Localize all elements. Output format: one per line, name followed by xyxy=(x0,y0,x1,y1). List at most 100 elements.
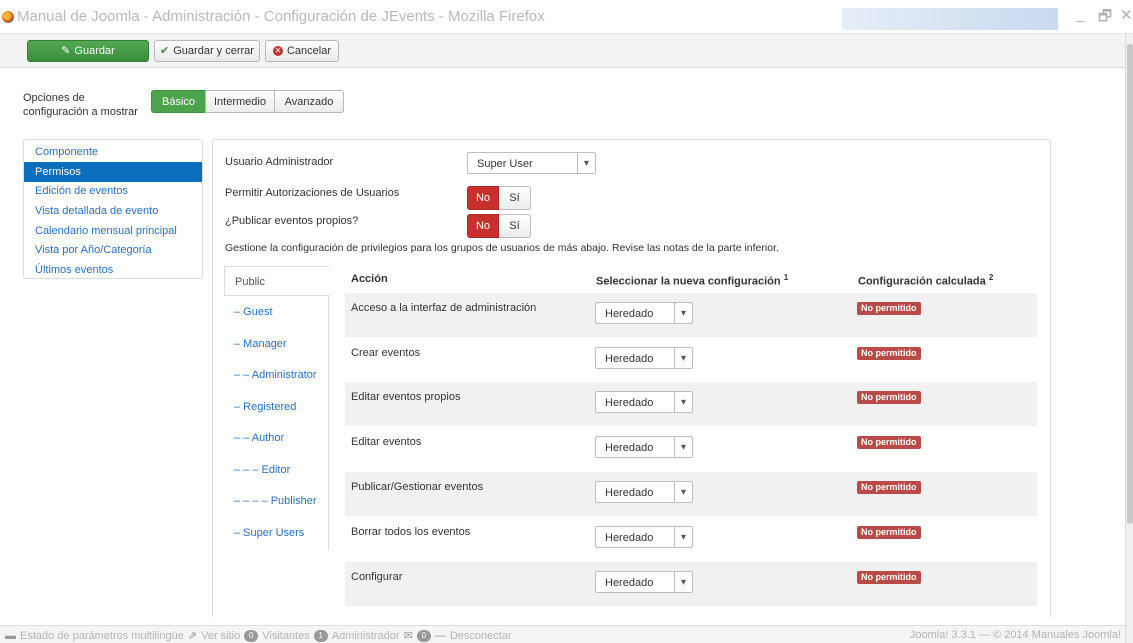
sidebar-item-componente[interactable]: Componente xyxy=(24,142,202,162)
table-row: Configurar Heredado ▾ No permitido xyxy=(345,562,1037,606)
toggle-no-button[interactable]: No xyxy=(467,214,499,238)
permission-select-value: Heredado xyxy=(605,397,654,409)
permission-select-value: Heredado xyxy=(605,532,654,544)
admins-count-badge: 1 xyxy=(313,629,328,642)
status-badge: No permitido xyxy=(857,391,921,404)
permission-select[interactable]: Heredado ▾ xyxy=(595,571,693,593)
permission-select[interactable]: Heredado ▾ xyxy=(595,526,693,548)
admin-user-label: Usuario Administrador xyxy=(225,156,334,168)
publish-own-label: ¿Publicar eventos propios? xyxy=(225,215,359,227)
save-button-label: Guardar xyxy=(74,45,115,57)
tab-group-manager[interactable]: – Manager xyxy=(224,329,329,359)
chevron-down-icon: ▾ xyxy=(674,437,692,457)
tab-group-publisher[interactable]: – – – – Publisher xyxy=(224,486,329,516)
options-label: Opciones de configuración a mostrar xyxy=(23,92,138,118)
permission-select[interactable]: Heredado ▾ xyxy=(595,436,693,458)
toggle-yes-button[interactable]: Sí xyxy=(499,214,531,238)
tab-group-public[interactable]: Public xyxy=(224,266,330,296)
save-close-button-label: Guardar y cerrar xyxy=(173,45,254,57)
sidebar-item-permisos[interactable]: Permisos xyxy=(24,162,202,182)
sidebar: Componente Permisos Edición de eventos V… xyxy=(23,139,203,279)
maximize-icon[interactable]: 🗗 xyxy=(1098,6,1112,31)
multilang-status-link[interactable]: Estado de parámetros multilingüe xyxy=(20,630,184,642)
tab-advanced[interactable]: Avanzado xyxy=(274,90,344,113)
messages-count-badge: 0 xyxy=(416,629,431,642)
save-button[interactable]: ✎ Guardar xyxy=(27,40,149,62)
minimize-icon[interactable]: _ xyxy=(1076,6,1084,23)
view-site-link[interactable]: Ver sitio xyxy=(201,630,240,642)
sidebar-item-vista-anio-categoria[interactable]: Vista por Año/Categoría xyxy=(24,240,202,260)
sidebar-item-vista-detallada[interactable]: Vista detallada de evento xyxy=(24,201,202,221)
visitors-count-badge: 0 xyxy=(244,629,259,642)
permission-select[interactable]: Heredado ▾ xyxy=(595,481,693,503)
vertical-scrollbar[interactable] xyxy=(1125,34,1133,643)
scrollbar-thumb[interactable] xyxy=(1127,44,1133,524)
footnote-1: 1 xyxy=(783,273,789,282)
chevron-down-icon: ▾ xyxy=(674,348,692,368)
tab-group-editor[interactable]: – – – Editor xyxy=(224,455,329,485)
close-icon[interactable]: ✕ xyxy=(1120,6,1133,24)
tab-intermediate[interactable]: Intermedio xyxy=(205,90,275,113)
permission-select-value: Heredado xyxy=(605,487,654,499)
permissions-description: Gestione la configuración de privilegios… xyxy=(225,242,779,254)
tab-group-guest[interactable]: – Guest xyxy=(224,297,329,327)
status-badge: No permitido xyxy=(857,436,921,449)
status-badge: No permitido xyxy=(857,526,921,539)
action-label: Borrar todos los eventos xyxy=(351,526,471,538)
chevron-down-icon: ▾ xyxy=(674,572,692,592)
col-header-calculated: Configuración calculada 2 xyxy=(858,273,993,288)
sidebar-item-edicion-eventos[interactable]: Edición de eventos xyxy=(24,181,202,201)
logout-link[interactable]: Desconectar xyxy=(450,630,512,642)
chevron-down-icon: ▾ xyxy=(674,482,692,502)
status-badge: No permitido xyxy=(857,347,921,360)
toggle-no-button[interactable]: No xyxy=(467,186,499,210)
tab-group-super-users[interactable]: – Super Users xyxy=(224,518,329,548)
action-label: Editar eventos xyxy=(351,436,422,448)
toggle-yes-button[interactable]: Sí xyxy=(499,186,531,210)
admin-user-value: Super User xyxy=(477,158,533,170)
comment-icon: ▬ xyxy=(5,629,16,642)
action-label: Acceso a la interfaz de administración xyxy=(351,302,537,314)
permission-select[interactable]: Heredado ▾ xyxy=(595,302,693,324)
admin-user-select[interactable]: Super User ▾ xyxy=(467,152,596,174)
permission-select-value: Heredado xyxy=(605,308,654,320)
chevron-down-icon: ▾ xyxy=(674,392,692,412)
cancel-button[interactable]: ✕ Cancelar xyxy=(265,40,339,62)
table-row: Crear eventos Heredado ▾ No permitido xyxy=(345,338,1037,382)
minus-icon: — xyxy=(434,629,446,642)
footnote-2: 2 xyxy=(988,273,994,282)
chevron-down-icon: ▾ xyxy=(674,527,692,547)
sidebar-item-calendario-mensual[interactable]: Calendario mensual principal xyxy=(24,221,202,241)
table-row: Editar eventos Heredado ▾ No permitido xyxy=(345,427,1037,471)
tab-basic[interactable]: Básico xyxy=(151,90,206,113)
tab-group-registered[interactable]: – Registered xyxy=(224,392,329,422)
action-label: Configurar xyxy=(351,571,403,583)
permission-select-value: Heredado xyxy=(605,442,654,454)
chevron-down-icon: ▾ xyxy=(674,303,692,323)
toolbar: ✎ Guardar ✔ Guardar y cerrar ✕ Cancelar xyxy=(0,34,1125,68)
permission-select[interactable]: Heredado ▾ xyxy=(595,391,693,413)
table-row: Editar eventos propios Heredado ▾ No per… xyxy=(345,382,1037,426)
action-label: Editar eventos propios xyxy=(351,391,461,403)
allow-user-auth-toggle[interactable]: No Sí xyxy=(467,186,531,210)
col-header-action: Acción xyxy=(351,273,388,285)
table-row: Borrar todos los eventos Heredado ▾ No p… xyxy=(345,517,1037,561)
col-header-new-setting-text: Seleccionar la nueva configuración xyxy=(596,275,781,288)
titlebar-tabs-area xyxy=(842,8,1058,30)
permission-select-value: Heredado xyxy=(605,353,654,365)
tab-group-author[interactable]: – – Author xyxy=(224,423,329,453)
firefox-icon xyxy=(2,11,14,23)
save-close-button[interactable]: ✔ Guardar y cerrar xyxy=(154,40,260,62)
edit-icon: ✎ xyxy=(61,44,71,57)
status-bar: ▬ Estado de parámetros multilingüe ⇗ Ver… xyxy=(0,625,1125,643)
allow-user-auth-label: Permitir Autorizaciones de Usuarios xyxy=(225,187,400,199)
window-titlebar: Manual de Joomla - Administración - Conf… xyxy=(0,0,1133,34)
permission-select[interactable]: Heredado ▾ xyxy=(595,347,693,369)
status-badge: No permitido xyxy=(857,481,921,494)
publish-own-toggle[interactable]: No Sí xyxy=(467,214,531,238)
sidebar-item-ultimos-eventos[interactable]: Últimos eventos xyxy=(24,260,202,280)
col-header-calculated-text: Configuración calculada xyxy=(858,275,986,288)
envelope-icon: ✉ xyxy=(403,630,413,642)
status-badge: No permitido xyxy=(857,302,921,315)
tab-group-administrator[interactable]: – – Administrator xyxy=(224,360,329,390)
